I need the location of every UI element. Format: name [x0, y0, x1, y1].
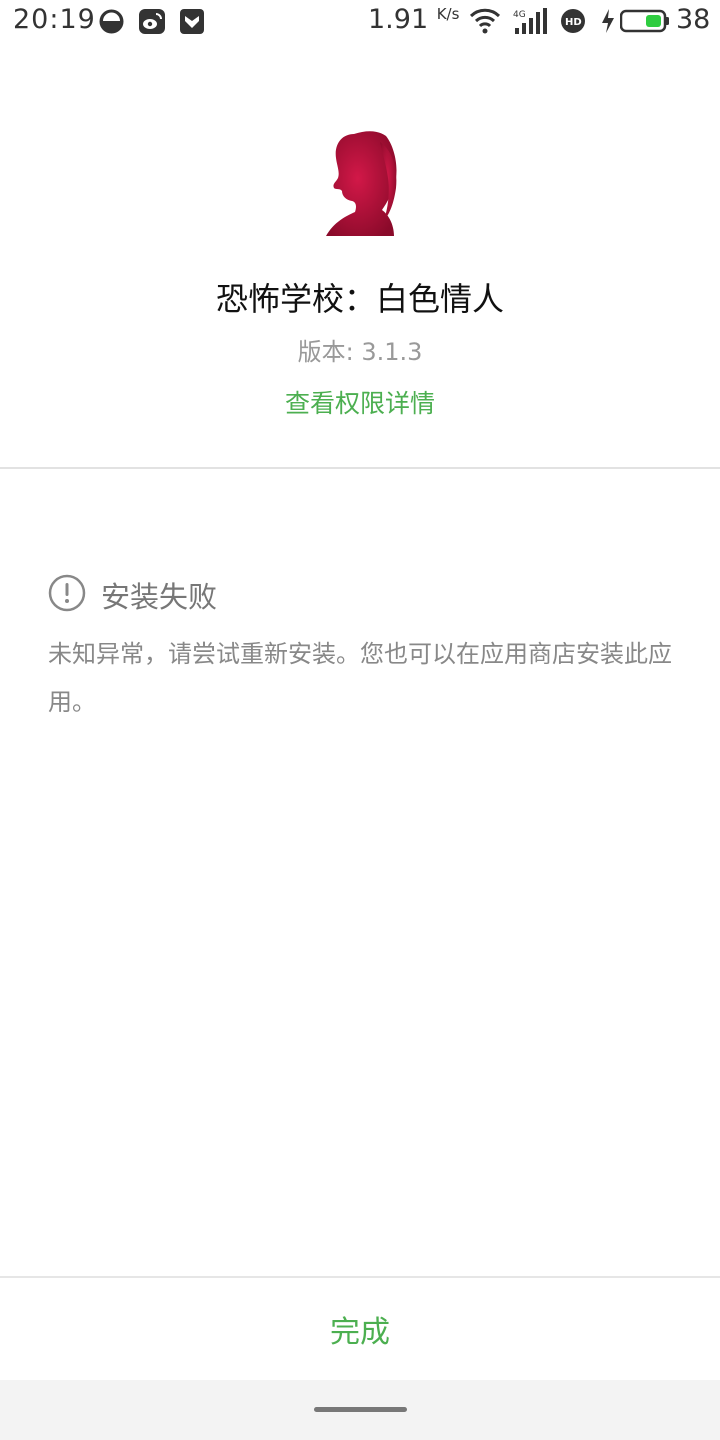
- done-button[interactable]: 完成: [0, 1278, 720, 1380]
- qq-browser-icon: [99, 9, 124, 34]
- status-bar: 20:19 1.91 K/s 4G HD 38: [0, 0, 720, 44]
- svg-text:HD: HD: [565, 17, 582, 28]
- weibo-icon: [139, 9, 165, 34]
- battery-percent: 38: [676, 4, 711, 35]
- app-version: 版本: 3.1.3: [297, 338, 423, 366]
- wifi-icon: [469, 8, 501, 34]
- hd-icon: HD: [561, 9, 585, 33]
- network-type-label: 4G: [513, 10, 526, 20]
- warning-icon: [48, 574, 86, 612]
- status-time: 20:19: [13, 4, 96, 35]
- girl-silhouette-icon: [326, 131, 397, 236]
- signal-4g-icon: 4G: [513, 8, 547, 34]
- home-indicator[interactable]: [314, 1407, 407, 1412]
- navigation-bar: [0, 1380, 720, 1440]
- divider: [0, 467, 720, 469]
- shield-app-icon: [180, 9, 204, 34]
- view-permissions-link[interactable]: 查看权限详情: [0, 384, 720, 420]
- battery-icon: [620, 9, 669, 33]
- install-failed-title: 安装失败: [101, 580, 218, 614]
- app-name: 恐怖学校：白色情人: [215, 280, 504, 318]
- charging-icon: [602, 9, 614, 33]
- install-failed-message: 未知异常，请尝试重新安装。您也可以在应用商店安装此应用。: [48, 640, 672, 716]
- net-speed: 1.91 K/s: [368, 4, 460, 35]
